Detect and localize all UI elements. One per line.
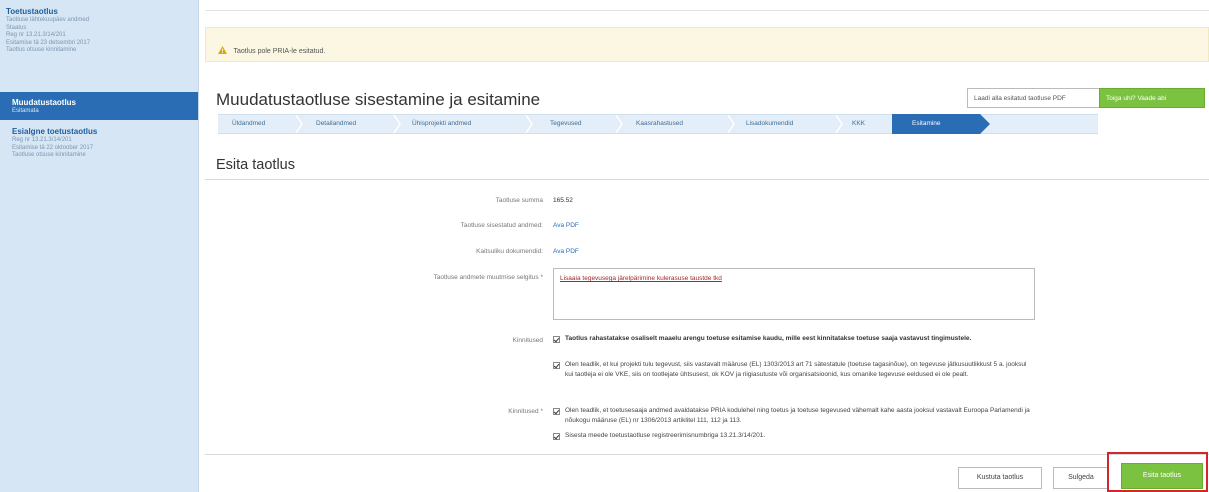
sidebar-item-detail: Taotlus otsuse kinnitamine <box>6 47 77 53</box>
confirm-text-2: Olen teadlik, et kui projekti tulu tegev… <box>565 361 1027 378</box>
sidebar-item-muudatustaotlus[interactable]: Muudatustaotlus Esitamata <box>0 92 198 120</box>
sidebar: Toetustaotlus Taotluse lähtekuupäev andm… <box>0 0 199 492</box>
entered-data-pdf-link[interactable]: Ava PDF <box>553 222 579 229</box>
close-button[interactable]: Sulgeda <box>1053 467 1109 489</box>
amount-value: 165.52 <box>553 197 573 204</box>
bottom-divider <box>205 454 1209 455</box>
step-separator-icon <box>525 115 533 133</box>
sidebar-item-title: Muudatustaotlus <box>12 98 76 107</box>
sidebar-item-detail: Taotluse otsuse kinnitamine <box>12 152 86 158</box>
confirmations-label: Kinnitused <box>512 337 543 344</box>
sidebar-item-detail: Reg nr 13.21.3/14/201 <box>6 32 66 38</box>
confirm-text-1: Taotlus rahastatakse osaliselt maaelu ar… <box>565 335 972 342</box>
confirm-checkbox-2[interactable] <box>553 362 560 369</box>
documents-label: Kaitsuliku dokumendid: <box>476 248 543 255</box>
confirm-text-3: Olen teadlik, et toetusesaaja andmed ava… <box>565 407 1030 424</box>
confirm-checkbox-4[interactable] <box>553 433 560 440</box>
step-detailandmed[interactable]: Detailandmed <box>312 115 356 133</box>
sidebar-item-title: Esialgne toetustaotlus <box>12 127 98 136</box>
step-separator-icon <box>393 115 401 133</box>
documents-pdf-link[interactable]: Ava PDF <box>553 248 579 255</box>
step-lisadokumendid[interactable]: Lisadokumendid <box>742 115 793 133</box>
step-kkk[interactable]: KKK <box>848 115 865 133</box>
highlight-box <box>1107 452 1208 492</box>
reason-textarea[interactable]: Lisaaia tegevusega järelpärimine kuleras… <box>553 268 1035 320</box>
alert-text: Taotlus pole PRIA-le esitatud. <box>233 48 326 55</box>
step-separator-icon <box>295 115 303 133</box>
section-title: Esita taotlus <box>216 157 295 173</box>
wizard-steps: Üldandmed Detailandmed Ühisprojekti andm… <box>218 114 1098 134</box>
top-divider <box>205 10 1209 11</box>
step-active-arrow <box>980 114 990 134</box>
confirm-text-4: Sisesta meede toetustaotluse registreeri… <box>565 432 766 439</box>
sidebar-item-detail: Esitamise tä 22 oktoober 2017 <box>12 144 94 151</box>
step-separator-icon <box>615 115 623 133</box>
sidebar-item-toetustaotlus[interactable]: Toetustaotlus Taotluse lähtekuupäev andm… <box>0 0 198 81</box>
download-pdf-button[interactable]: Laadi alla esitatud taotluse PDF <box>967 88 1103 108</box>
amount-label: Taotluse summa <box>495 197 543 204</box>
sidebar-item-esialgne-toetustaotlus[interactable]: Esialgne toetustaotlus Reg nr 13.21.3/14… <box>0 120 198 166</box>
sidebar-item-detail: Reg nr 13.21.3/14/201 <box>12 137 72 143</box>
entered-data-label: Taotluse sisestatud andmed: <box>460 222 543 229</box>
sidebar-item-status: Esitamata <box>12 108 39 114</box>
sidebar-item-detail: Esitamise tä 23 detsembri 2017 <box>6 39 91 46</box>
step-uldandmed[interactable]: Üldandmed <box>228 115 265 133</box>
step-esitamine[interactable]: Esitamine <box>892 114 980 134</box>
step-tegevused[interactable]: Tegevused <box>546 115 581 133</box>
warning-icon <box>218 46 227 54</box>
sidebar-item-title: Toetustaotlus <box>6 7 58 16</box>
step-uhisprojekt[interactable]: Ühisprojekti andmed <box>408 115 471 133</box>
confirmations-required-label: Kinnitused * <box>508 408 543 415</box>
reason-label: Taotluse andmete muutmise selgitus * <box>433 274 543 281</box>
page-title: Muudatustaotluse sisestamine ja esitamin… <box>216 90 541 109</box>
step-kaasrahastused[interactable]: Kaasrahastused <box>632 115 683 133</box>
sidebar-item-detail: Staatus <box>6 24 27 31</box>
step-separator-icon <box>727 115 735 133</box>
confirm-checkbox-3[interactable] <box>553 408 560 415</box>
help-button[interactable]: Toiga uhi? Vaade abi <box>1099 88 1205 108</box>
step-separator-icon <box>835 115 843 133</box>
confirm-checkbox-1[interactable] <box>553 336 560 343</box>
sidebar-item-detail: Taotluse lähtekuupäev andmed <box>6 17 90 23</box>
section-divider <box>205 179 1209 180</box>
delete-application-button[interactable]: Kustuta taotlus <box>958 467 1042 489</box>
warning-alert: Taotlus pole PRIA-le esitatud. <box>205 27 1209 62</box>
